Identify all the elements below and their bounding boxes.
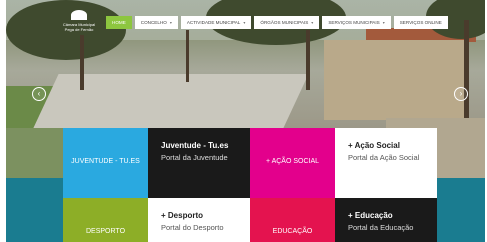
nav-orgaos-municipais[interactable]: ÓRGÃOS MUNICIPAIS ▾ <box>254 16 320 29</box>
tile-desporto-subtitle: Portal do Desporto <box>161 223 224 232</box>
hero-trunk <box>80 35 84 90</box>
tile-desporto-portal[interactable]: + Desporto Portal do Desporto <box>148 198 250 242</box>
municipality-logo[interactable]: Câmara Municipal Pega de Fernão <box>59 10 99 36</box>
tile-juventude-label: JUVENTUDE - TU.ES <box>71 158 140 165</box>
tile-educacao-label: EDUCAÇÃO <box>272 228 313 235</box>
nav-servicos-online[interactable]: SERVIÇOS ONLINE <box>393 16 448 29</box>
chevron-down-icon: ▾ <box>243 20 246 25</box>
tile-acao-social-subtitle: Portal da Ação Social <box>348 153 420 162</box>
chevron-down-icon: ▾ <box>169 20 172 25</box>
hero-trunk <box>186 30 189 82</box>
tile-educacao[interactable]: EDUCAÇÃO <box>250 198 335 242</box>
tile-acao-social-portal[interactable]: + Ação Social Portal da Ação Social <box>335 128 437 198</box>
tile-acao-social-label: + AÇÃO SOCIAL <box>265 158 320 165</box>
slider-prev-icon[interactable]: ‹ <box>32 87 46 101</box>
hero-trunk <box>306 30 310 90</box>
tile-desporto-label: DESPORTO <box>85 228 126 235</box>
tile-juventude-portal[interactable]: Juventude - Tu.es Portal da Juventude <box>148 128 250 198</box>
tile-desporto-title: + Desporto <box>161 211 204 220</box>
hero-wall <box>324 40 464 120</box>
tile-juventude-subtitle: Portal da Juventude <box>161 153 228 162</box>
page: Câmara Municipal Pega de Fernão HOME CON… <box>6 0 485 242</box>
logo-mark-icon <box>71 10 87 20</box>
main-nav: HOME CONCELHO ▾ ACTIVIDADE MUNICIPAL ▾ ÓRG… <box>106 16 448 29</box>
chevron-down-icon: ▾ <box>382 20 385 25</box>
nav-servicos-municipais[interactable]: SERVIÇOS MUNICIPAIS ▾ <box>322 16 391 29</box>
tile-educacao-title: + Educação <box>348 211 393 220</box>
logo-line-2: Pega de Fernão <box>64 27 94 32</box>
tile-desporto[interactable]: DESPORTO <box>63 198 148 242</box>
tile-juventude[interactable]: JUVENTUDE - TU.ES <box>63 128 148 198</box>
tile-acao-social-title: + Ação Social <box>348 141 400 150</box>
nav-concelho[interactable]: CONCELHO ▾ <box>134 16 178 29</box>
nav-home[interactable]: HOME <box>106 16 132 29</box>
hero-path <box>33 74 309 128</box>
hero-trunk <box>464 20 469 128</box>
nav-actividade-municipal[interactable]: ACTIVIDADE MUNICIPAL ▾ <box>180 16 252 29</box>
slider-next-icon[interactable]: › <box>454 87 468 101</box>
chevron-down-icon: ▾ <box>311 20 314 25</box>
tile-acao-social[interactable]: + AÇÃO SOCIAL <box>250 128 335 198</box>
tile-juventude-title: Juventude - Tu.es <box>161 141 229 150</box>
tile-educacao-portal[interactable]: + Educação Portal da Educação <box>335 198 437 242</box>
tile-educacao-subtitle: Portal da Educação <box>348 223 414 232</box>
